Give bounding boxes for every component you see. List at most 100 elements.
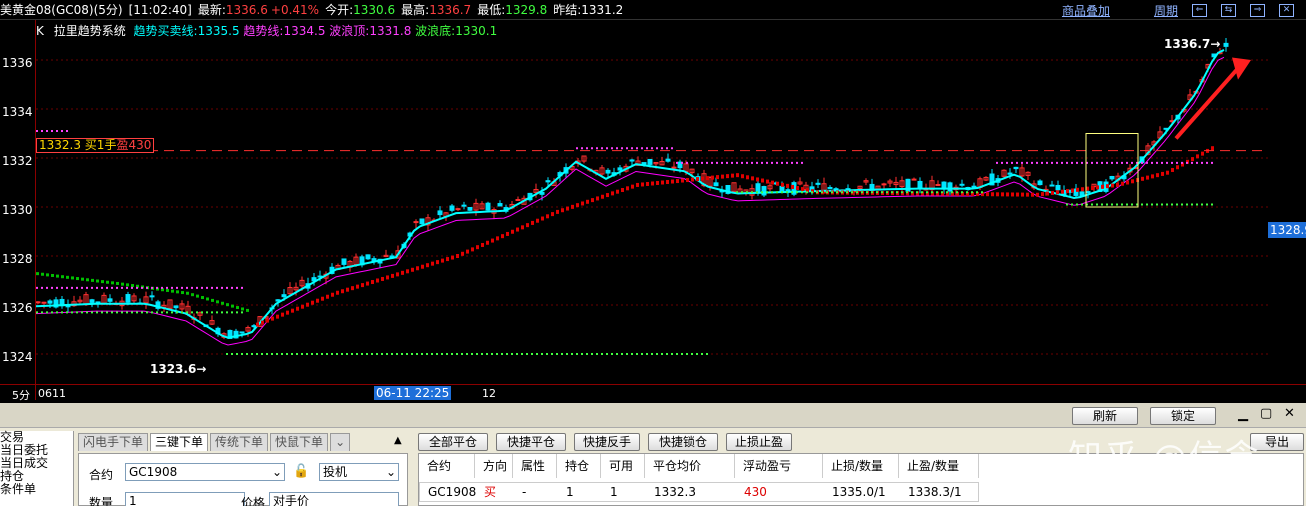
col-header[interactable]: 持仓 <box>557 454 601 478</box>
period-link[interactable]: 周期 <box>1154 2 1178 19</box>
trend-buy-value: 1335.5 <box>197 24 240 38</box>
support-dot <box>741 174 744 179</box>
support-dot <box>1166 170 1169 175</box>
support-dot <box>666 180 669 185</box>
support-dot <box>551 212 554 217</box>
col-header[interactable]: 平仓均价 <box>645 454 735 478</box>
support-dot <box>481 242 484 247</box>
support-dot <box>1056 190 1059 195</box>
support-dot <box>786 183 789 188</box>
low-mark-text: 1323.6 <box>150 362 197 376</box>
col-header[interactable]: 方向 <box>475 454 513 478</box>
quick-lock-button[interactable]: 快捷锁仓 <box>648 433 718 451</box>
y-label: 1336 <box>2 56 33 70</box>
chevron-down-icon: ⌄ <box>271 465 282 479</box>
kline-chart[interactable] <box>36 38 1268 384</box>
low-value: 1329.8 <box>505 2 548 17</box>
cell: 1 <box>566 485 574 499</box>
candle-body <box>485 202 491 211</box>
support-dot <box>606 193 609 198</box>
latest-value: 1336.6 <box>225 2 268 17</box>
quick-reverse-button[interactable]: 快捷反手 <box>574 433 640 451</box>
chevron-down-icon: ⌄ <box>385 465 396 479</box>
support-dot <box>746 175 749 180</box>
price-select[interactable]: 对手价 <box>269 492 399 506</box>
green-dot <box>186 291 189 295</box>
order-form: 合约 GC1908 ⌄ 🔓 投机 ⌄ 数量 1 价格 对手价 <box>78 453 408 506</box>
close-window-icon[interactable]: ✕ <box>1279 4 1294 17</box>
tab-quick-mouse[interactable]: 快鼠下单 <box>270 433 329 451</box>
nav-item[interactable]: 条件单 <box>0 483 73 496</box>
candle-body <box>95 301 101 304</box>
restore-window-icon[interactable]: ⇆ <box>1221 4 1236 17</box>
refresh-button[interactable]: 刷新 <box>1072 407 1138 425</box>
candle-body <box>917 180 923 189</box>
lock-icon[interactable]: 🔓 <box>293 464 309 479</box>
support-dot <box>1026 192 1029 197</box>
green-dot <box>81 277 84 281</box>
candle-body <box>605 169 611 174</box>
green-dot <box>236 306 239 310</box>
cursor-time: 06-11 22:25 <box>374 386 452 400</box>
col-header[interactable]: 浮动盈亏 <box>735 454 823 478</box>
tab-traditional[interactable]: 传统下单 <box>210 433 269 451</box>
col-header[interactable]: 止损/数量 <box>823 454 899 478</box>
green-dot <box>171 289 174 293</box>
col-header[interactable]: 可用 <box>601 454 645 478</box>
support-dot <box>621 188 624 193</box>
trend-line-value: 1334.5 <box>283 24 326 38</box>
col-header[interactable]: 止盈/数量 <box>899 454 979 478</box>
support-dot <box>1046 191 1049 196</box>
scroll-up-icon[interactable]: ▲ <box>394 435 402 446</box>
overlay-link[interactable]: 商品叠加 <box>1062 2 1110 19</box>
close-all-button[interactable]: 全部平仓 <box>418 433 488 451</box>
support-dot <box>416 266 419 271</box>
green-dot <box>91 278 94 282</box>
quote-bar: 美黄金08(GC08)(5分) [11:02:40] 最新: 1336.6 +0… <box>0 0 1306 20</box>
prev-window-icon[interactable]: ⇐ <box>1192 4 1207 17</box>
candle-body <box>413 221 419 224</box>
qty-input[interactable]: 1 <box>125 492 245 506</box>
support-dot <box>1211 146 1214 151</box>
right-price-tag: 1328.9 <box>1268 222 1306 238</box>
candle-body <box>497 203 503 207</box>
support-dot <box>1091 186 1094 191</box>
support-dot <box>681 178 684 183</box>
green-dot <box>191 293 194 297</box>
lock-button[interactable]: 锁定 <box>1150 407 1216 425</box>
cell: 1332.3 <box>654 485 696 499</box>
support-dot <box>261 320 264 325</box>
maximize-icon[interactable]: ▢ <box>1260 406 1272 421</box>
tab-flash[interactable]: 闪电手下单 <box>78 433 149 451</box>
high-mark: 1336.7→ <box>1164 37 1221 51</box>
stop-button[interactable]: 止损止盈 <box>726 433 792 451</box>
tab-more-icon[interactable]: ⌄ <box>330 433 351 451</box>
col-header[interactable]: 属性 <box>513 454 557 478</box>
hedge-type-select[interactable]: 投机 ⌄ <box>319 463 399 481</box>
col-header[interactable]: 合约 <box>419 454 475 478</box>
support-dot <box>711 175 714 180</box>
price-axis: 1336 1334 1332 1330 1328 1326 1324 <box>0 20 36 400</box>
close-icon[interactable]: ✕ <box>1284 406 1295 421</box>
y-label: 1334 <box>2 105 33 119</box>
cell: GC1908 <box>428 485 477 499</box>
quick-close-button[interactable]: 快捷平仓 <box>496 433 566 451</box>
green-dot <box>181 291 184 295</box>
support-dot <box>801 187 804 192</box>
support-dot <box>496 236 499 241</box>
candle-body <box>959 183 965 186</box>
support-dot <box>521 225 524 230</box>
price-label: 价格 <box>241 496 266 506</box>
minimize-icon[interactable]: ▁ <box>1238 407 1248 422</box>
support-dot <box>1191 157 1194 162</box>
contract-select[interactable]: GC1908 ⌄ <box>125 463 285 481</box>
prev-value: 1331.2 <box>581 2 624 17</box>
tab-three-key[interactable]: 三键下单 <box>150 433 209 451</box>
y-label: 1326 <box>2 301 33 315</box>
support-dot <box>986 192 989 197</box>
candle-body <box>41 301 47 304</box>
support-dot <box>486 240 489 245</box>
next-window-icon[interactable]: ⇒ <box>1250 4 1265 17</box>
support-dot <box>751 176 754 181</box>
table-row[interactable]: GC1908 买 - 1 1 1332.3 430 1335.0/1 1338.… <box>419 482 979 502</box>
